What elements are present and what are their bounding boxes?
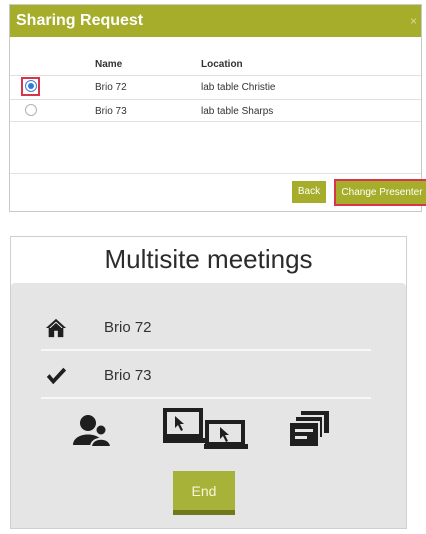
back-button[interactable]: Back bbox=[292, 181, 326, 203]
row-name: Brio 72 bbox=[95, 82, 127, 93]
site-row-brio-72[interactable]: Brio 72 bbox=[41, 303, 371, 351]
multisite-meetings-panel: Multisite meetings Brio 72 Brio 73 End bbox=[10, 236, 407, 529]
footer-divider bbox=[10, 173, 421, 174]
column-header-location: Location bbox=[201, 59, 243, 70]
participants-icon[interactable] bbox=[73, 413, 111, 447]
checkmark-icon bbox=[46, 367, 67, 385]
panel-body: Brio 72 Brio 73 End bbox=[11, 283, 406, 528]
row-name: Brio 73 bbox=[95, 106, 127, 117]
dialog-header: Sharing Request × bbox=[10, 5, 421, 37]
row-location: lab table Christie bbox=[201, 82, 276, 93]
column-header-name: Name bbox=[95, 59, 123, 70]
sharing-request-dialog: Sharing Request × Name Location Brio 72 … bbox=[9, 4, 426, 212]
table-header: Name Location bbox=[10, 59, 421, 75]
change-presenter-button[interactable]: Change Presenter bbox=[334, 179, 426, 206]
radio-button[interactable] bbox=[25, 104, 37, 116]
table-row[interactable]: Brio 72 lab table Christie bbox=[10, 75, 421, 98]
site-name: Brio 72 bbox=[104, 319, 152, 336]
end-button[interactable]: End bbox=[173, 471, 235, 515]
layout-stack-icon[interactable] bbox=[289, 411, 329, 447]
site-name: Brio 73 bbox=[104, 367, 152, 384]
site-row-brio-73[interactable]: Brio 73 bbox=[41, 351, 371, 399]
row-location: lab table Sharps bbox=[201, 106, 274, 117]
panel-title: Multisite meetings bbox=[104, 244, 313, 274]
table-row[interactable]: Brio 73 lab table Sharps bbox=[10, 99, 421, 122]
home-icon bbox=[45, 318, 67, 338]
close-icon[interactable]: × bbox=[410, 5, 417, 37]
dialog-title: Sharing Request bbox=[16, 12, 144, 29]
screen-share-icon[interactable] bbox=[163, 408, 251, 450]
radio-button-selected[interactable] bbox=[25, 80, 37, 92]
